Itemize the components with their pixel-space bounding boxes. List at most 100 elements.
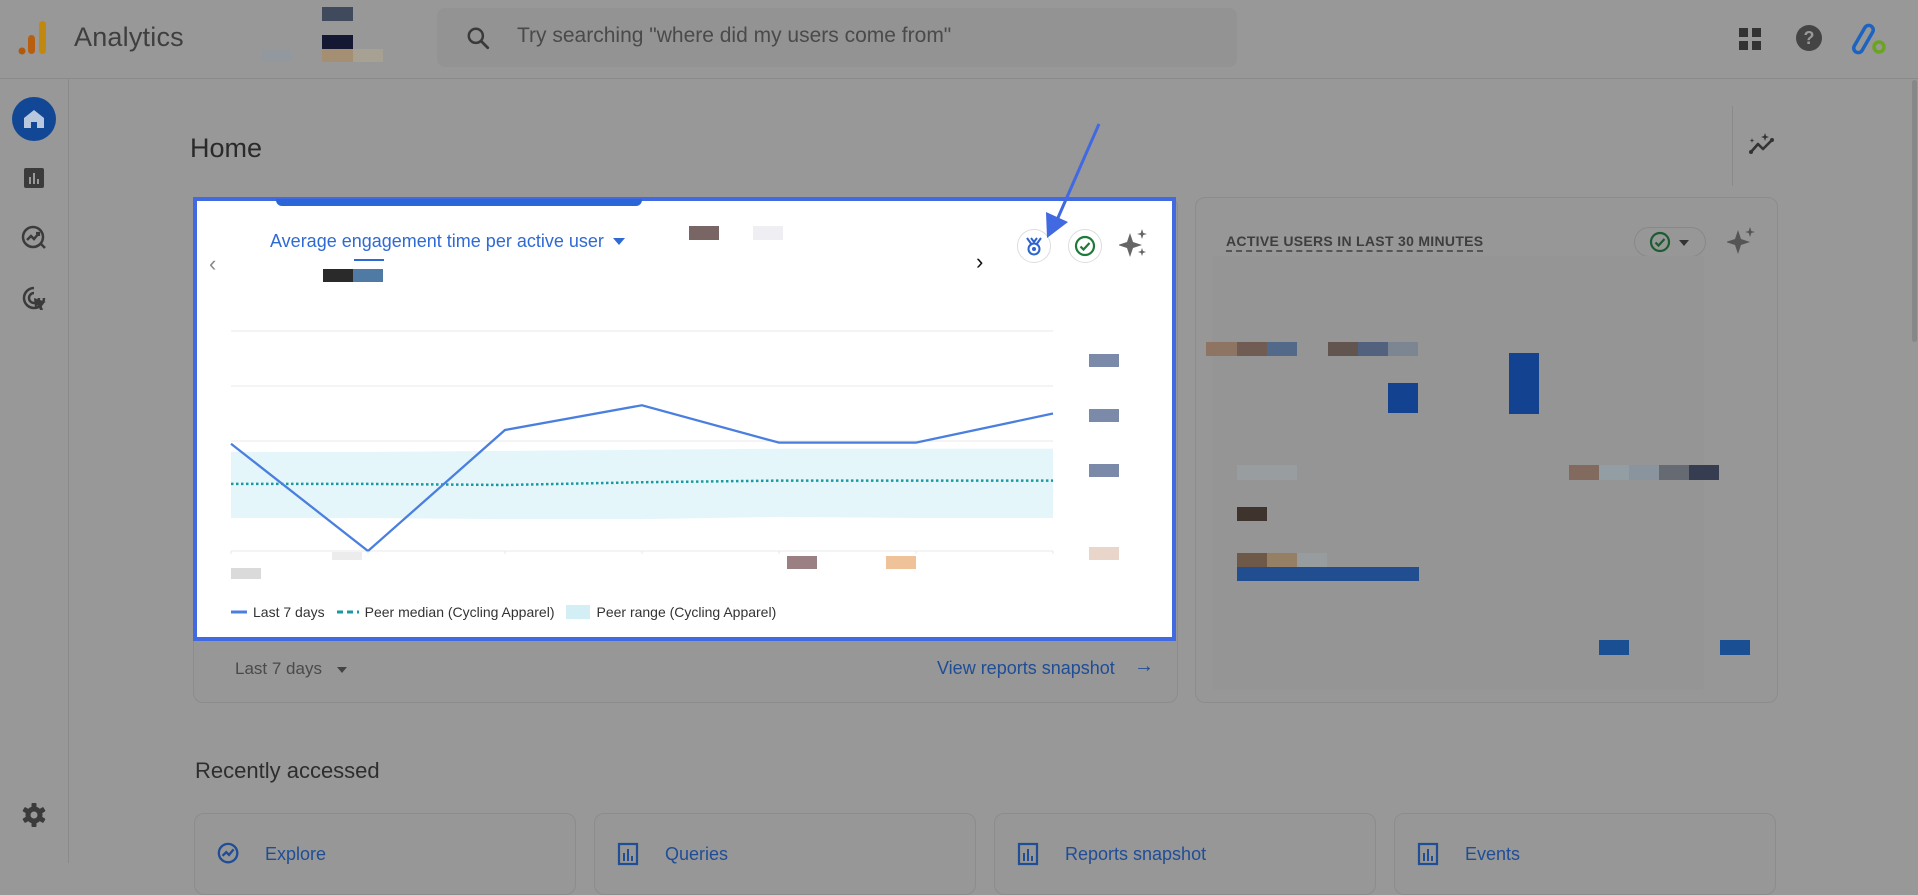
nav-admin[interactable]: [12, 793, 56, 837]
recent-item-explore[interactable]: Explore: [194, 813, 576, 895]
data-quality-dropdown[interactable]: [1634, 227, 1706, 257]
redacted-block: [1206, 342, 1237, 356]
peer-range-band: [231, 448, 1053, 520]
redacted-block: [322, 7, 353, 21]
search-icon: [467, 27, 490, 50]
redacted-block: [1659, 465, 1689, 480]
bar: [1237, 567, 1419, 581]
sparkle-icon[interactable]: [1119, 227, 1149, 259]
medal-icon: [1026, 237, 1042, 256]
realtime-content: [1206, 256, 1750, 690]
nav-reports[interactable]: [12, 156, 56, 200]
page-scrollbar[interactable]: [1912, 80, 1917, 342]
x-tick-label: [787, 556, 817, 569]
redacted-block: [1569, 465, 1599, 480]
nav-home[interactable]: [12, 97, 56, 141]
left-nav-rail: [0, 79, 69, 863]
bar: [1599, 640, 1629, 655]
arrow-right-icon[interactable]: →: [1134, 655, 1154, 678]
gear-icon: [22, 803, 46, 827]
x-tick-label: [332, 552, 362, 560]
view-reports-snapshot-link[interactable]: View reports snapshot: [937, 658, 1115, 679]
chevron-down-icon: [1679, 240, 1689, 246]
search-bar[interactable]: Try searching "where did my users come f…: [437, 8, 1237, 67]
y-tick-label: [1089, 409, 1119, 422]
page-title: Home: [190, 133, 263, 163]
legend-item-last-7-days: Last 7 days: [231, 604, 325, 620]
redacted-block: [1237, 465, 1297, 480]
recently-accessed-title: Recently accessed: [195, 758, 380, 783]
analytics-logo-icon[interactable]: [18, 19, 52, 55]
redacted-block: [689, 226, 719, 240]
data-quality-button[interactable]: [1068, 229, 1102, 263]
reports-icon: [1017, 842, 1039, 866]
home-icon: [24, 110, 44, 128]
recent-item-reports-snapshot[interactable]: Reports snapshot: [994, 813, 1376, 895]
y-tick-label: [1089, 354, 1119, 367]
redacted-block: [1237, 342, 1267, 356]
reports-icon: [617, 842, 639, 866]
y-tick-label: [1089, 464, 1119, 477]
reports-icon: [1417, 842, 1439, 866]
highlighted-metric-card: ‹ › Average engagement time per active u…: [193, 197, 1176, 641]
redacted-block: [1328, 342, 1358, 356]
redacted-block: [322, 35, 353, 49]
search-input[interactable]: Try searching "where did my users come f…: [517, 24, 951, 48]
legend-item-peer-range: Peer range (Cycling Apparel): [566, 604, 776, 620]
chevron-down-icon: [612, 238, 625, 245]
legend-dash-marker: [336, 610, 359, 614]
legend-box-marker: [566, 605, 591, 619]
chevron-down-icon[interactable]: [337, 667, 347, 673]
explore-icon: [217, 842, 239, 864]
app-title: Analytics: [74, 22, 184, 52]
legend-label: Last 7 days: [253, 604, 325, 620]
redacted-block: [753, 226, 783, 240]
recent-item-events[interactable]: Events: [1394, 813, 1776, 895]
x-tick-label: [231, 568, 261, 579]
metric-dropdown-label: Average engagement time per active user: [270, 231, 604, 251]
account-icon[interactable]: [1852, 20, 1890, 58]
realtime-card-title[interactable]: ACTIVE USERS IN LAST 30 MINUTES: [1226, 233, 1484, 252]
legend-label: Peer range (Cycling Apparel): [596, 604, 777, 620]
sparkle-icon[interactable]: [1727, 226, 1757, 256]
advertising-icon: [22, 286, 46, 310]
top-bar: Analytics Try searching "where did my us…: [0, 0, 1918, 79]
help-icon[interactable]: ?: [1796, 25, 1822, 51]
y-tick-label: [1089, 547, 1119, 560]
redacted-block: [1689, 465, 1719, 480]
redacted-block: [1237, 553, 1267, 567]
engagement-chart: [230, 330, 1119, 579]
redacted-block: [1237, 507, 1267, 521]
active-indicator: [276, 199, 642, 206]
recent-item-label: Queries: [665, 844, 729, 864]
check-circle-icon: [1649, 231, 1671, 253]
nav-advertising[interactable]: [12, 276, 56, 320]
legend-item-peer-median: Peer median (Cycling Apparel): [336, 604, 555, 620]
metric-dropdown[interactable]: Average engagement time per active user: [270, 231, 625, 252]
redacted-block: [1358, 342, 1388, 356]
benchmarking-button[interactable]: [1017, 229, 1051, 263]
redacted-block: [1599, 465, 1629, 480]
nav-explore[interactable]: [12, 216, 56, 260]
redacted-block: [1297, 553, 1327, 567]
legend-line-marker: [231, 610, 247, 614]
redacted-block: [1629, 465, 1659, 480]
explore-icon: [21, 225, 46, 249]
insights-icon[interactable]: [1748, 132, 1778, 158]
x-tick-label: [886, 556, 916, 569]
reports-icon: [24, 168, 44, 188]
bar: [1720, 640, 1750, 655]
realtime-card: ACTIVE USERS IN LAST 30 MINUTES: [1195, 197, 1778, 703]
redacted-block: [261, 49, 291, 62]
check-circle-icon: [1074, 235, 1096, 257]
chart-legend: Last 7 days Peer median (Cycling Apparel…: [231, 604, 780, 620]
divider: [1732, 106, 1733, 186]
recent-item-label: Explore: [265, 844, 327, 864]
legend-label: Peer median (Cycling Apparel): [364, 604, 555, 620]
date-range-selector[interactable]: Last 7 days: [235, 659, 322, 679]
redacted-block: [322, 49, 353, 62]
recent-item-queries[interactable]: Queries: [594, 813, 976, 895]
apps-grid-icon[interactable]: [1738, 27, 1762, 51]
bar: [1388, 383, 1418, 413]
recent-item-label: Reports snapshot: [1065, 844, 1207, 864]
